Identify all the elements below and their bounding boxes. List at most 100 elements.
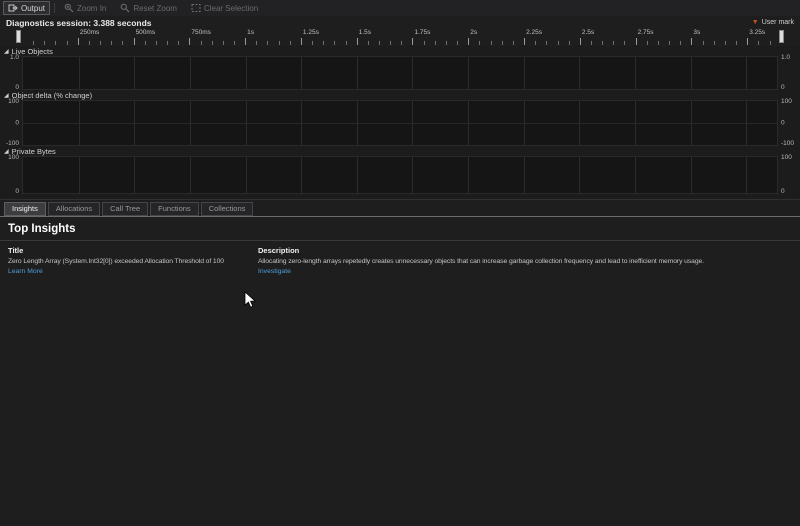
y-axis-left: 100 0 xyxy=(0,154,22,195)
reset-zoom-button-label: Reset Zoom xyxy=(133,3,177,13)
investigate-link[interactable]: Investigate xyxy=(258,268,291,275)
ruler-minor-tick xyxy=(490,41,492,45)
user-mark-label: User mark xyxy=(761,19,794,26)
ruler-minor-tick xyxy=(724,41,726,45)
table-row[interactable]: Zero Length Array (System.Int32[0]) exce… xyxy=(8,258,792,275)
ruler-major-tick xyxy=(133,38,135,45)
ruler-minor-tick xyxy=(702,41,704,45)
ruler-major-tick xyxy=(635,38,637,45)
ruler-minor-tick xyxy=(501,41,503,45)
selection-handle-left[interactable] xyxy=(16,30,21,43)
y-axis-label: -100 xyxy=(5,140,19,147)
chart-plot-object-delta[interactable] xyxy=(22,100,778,146)
chart-header-object-delta[interactable]: ◢ Object delta (% change) xyxy=(0,90,800,100)
ruler-tick-label: 2.5s xyxy=(581,29,595,36)
selection-handle-right[interactable] xyxy=(779,30,784,43)
ruler-minor-tick xyxy=(423,41,425,45)
y-axis-label: 1.0 xyxy=(9,54,19,61)
ruler-major-tick xyxy=(245,38,247,45)
tab-functions[interactable]: Functions xyxy=(150,201,199,216)
ruler-minor-tick xyxy=(256,41,258,45)
ruler-tick-label: 750ms xyxy=(191,29,211,36)
tab-insights[interactable]: Insights xyxy=(4,201,46,216)
user-mark-icon: ▼ xyxy=(751,19,759,26)
ruler-track[interactable]: 250ms 500ms 750ms 1s 1.25s 1.5s 1.75s 2s 2.25s 2.… xyxy=(22,29,778,45)
gridline xyxy=(134,157,136,193)
session-row: Diagnostics session: 3.388 seconds ▼ Use… xyxy=(0,16,800,29)
ruler-minor-tick xyxy=(278,41,280,45)
y-axis-label: 1.0 xyxy=(781,54,791,61)
insight-title: Zero Length Array (System.Int32[0]) exce… xyxy=(8,258,224,265)
ruler-major-tick xyxy=(189,38,191,45)
gridline xyxy=(690,57,692,89)
gridline xyxy=(189,157,191,193)
ruler-minor-tick xyxy=(200,41,202,45)
zoom-in-button[interactable]: Zoom In xyxy=(59,1,111,15)
gridline xyxy=(468,57,470,89)
ruler-minor-tick xyxy=(557,41,559,45)
ruler-minor-tick xyxy=(479,41,481,45)
learn-more-link[interactable]: Learn More xyxy=(8,268,43,275)
ruler-tick-label: 3s xyxy=(693,29,701,36)
gridline xyxy=(579,157,581,193)
gridline xyxy=(468,157,470,193)
gridline xyxy=(245,157,247,193)
ruler-minor-tick xyxy=(390,41,392,45)
y-axis-label: 100 xyxy=(781,98,792,105)
gridline xyxy=(245,57,247,89)
timeline-ruler[interactable]: 250ms 500ms 750ms 1s 1.25s 1.5s 1.75s 2s 2.25s 2.… xyxy=(16,29,784,45)
chart-plot-private-bytes[interactable] xyxy=(22,156,778,194)
gridline xyxy=(690,101,692,145)
chart-plot-live-objects[interactable] xyxy=(22,56,778,90)
chart-private-bytes: ◢ Private Bytes 100 0 100 0 xyxy=(0,146,800,195)
tab-collections[interactable]: Collections xyxy=(200,201,254,216)
ruler-minor-tick xyxy=(44,41,46,45)
ruler-minor-tick xyxy=(379,41,381,45)
gridline xyxy=(412,57,414,89)
ruler-minor-tick xyxy=(222,41,224,45)
gridline xyxy=(746,101,748,145)
ruler-minor-tick xyxy=(323,41,325,45)
ruler-minor-tick xyxy=(267,41,269,45)
ruler-minor-tick xyxy=(66,41,68,45)
gridline xyxy=(635,101,636,145)
ruler-tick-label: 1.5s xyxy=(358,29,371,36)
gridline xyxy=(523,57,525,89)
ruler-major-tick xyxy=(356,38,358,45)
gridline xyxy=(301,57,303,89)
gridline xyxy=(579,57,581,89)
chart-title: Object delta (% change) xyxy=(11,91,93,100)
ruler-minor-tick xyxy=(535,41,537,45)
clear-selection-icon xyxy=(191,3,201,13)
tab-allocations[interactable]: Allocations xyxy=(47,201,101,216)
gridline xyxy=(690,157,692,193)
gridline xyxy=(78,157,80,193)
ruler-minor-tick xyxy=(88,41,90,45)
clear-selection-button[interactable]: Clear Selection xyxy=(186,1,263,15)
gridline xyxy=(134,101,136,145)
ruler-minor-tick xyxy=(602,41,604,45)
output-button[interactable]: Output xyxy=(3,1,51,15)
gridline xyxy=(635,57,636,89)
insight-description: Allocating zero-length arrays repetedly … xyxy=(258,258,704,265)
ruler-minor-tick xyxy=(211,41,213,45)
insights-panel: Top Insights Title Description Zero Leng… xyxy=(0,217,800,275)
gridline xyxy=(635,157,636,193)
tab-call-tree[interactable]: Call Tree xyxy=(102,201,149,216)
chart-header-live-objects[interactable]: ◢ Live Objects xyxy=(0,46,800,56)
gridline xyxy=(78,57,80,89)
ruler-minor-tick xyxy=(167,41,169,45)
gridline xyxy=(523,157,525,193)
ruler-minor-tick xyxy=(591,41,592,45)
diagnostics-session-label: Diagnostics session: 3.388 seconds xyxy=(6,17,152,28)
ruler-minor-tick xyxy=(122,41,124,45)
y-axis-label: 0 xyxy=(15,84,19,91)
ruler-tick-label: 1s xyxy=(247,29,254,36)
ruler-minor-tick xyxy=(512,41,514,45)
ruler-minor-tick xyxy=(289,41,291,45)
chart-header-private-bytes[interactable]: ◢ Private Bytes xyxy=(0,146,800,156)
ruler-tick-label: 1.75s xyxy=(414,29,431,36)
ruler-minor-tick xyxy=(445,41,447,45)
reset-zoom-button[interactable]: Reset Zoom xyxy=(115,1,182,15)
ruler-minor-tick xyxy=(769,41,771,45)
